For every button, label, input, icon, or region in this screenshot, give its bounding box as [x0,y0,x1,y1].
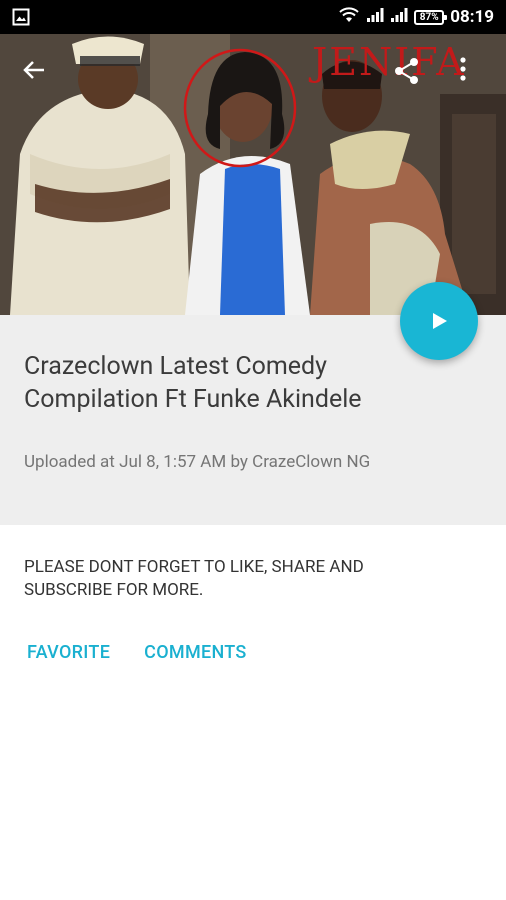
status-icons: 87% 08:19 [338,6,494,28]
comments-button[interactable]: COMMENTS [144,642,246,663]
play-icon [433,313,447,329]
favorite-button[interactable]: FAVORITE [27,642,110,663]
wifi-icon [338,6,360,28]
clock: 08:19 [450,7,494,27]
battery-level: 87% [419,11,439,23]
video-thumbnail[interactable]: JENIFA [0,34,506,315]
share-icon [395,58,418,84]
action-buttons: FAVORITE COMMENTS [27,642,247,663]
status-bar: 87% 08:19 [0,0,506,34]
signal-icon-sim2 [390,7,408,27]
share-button[interactable] [392,56,428,92]
video-description: PLEASE DONT FORGET TO LIKE, SHARE AND SU… [24,557,364,600]
upload-info: Uploaded at Jul 8, 1:57 AM by CrazeClown… [24,452,371,472]
video-title: Crazeclown Latest Comedy Compilation Ft … [24,352,362,414]
battery-icon: 87% [414,9,448,25]
play-button[interactable] [400,282,478,360]
signal-icon-sim1 [366,7,384,27]
gallery-notification-icon [12,8,30,26]
thumbnail-watermark: JENIFA [312,40,466,84]
arrow-back-icon [23,61,44,79]
more-vert-icon [460,57,466,81]
back-button[interactable] [20,56,56,92]
more-options-button[interactable] [458,56,494,92]
